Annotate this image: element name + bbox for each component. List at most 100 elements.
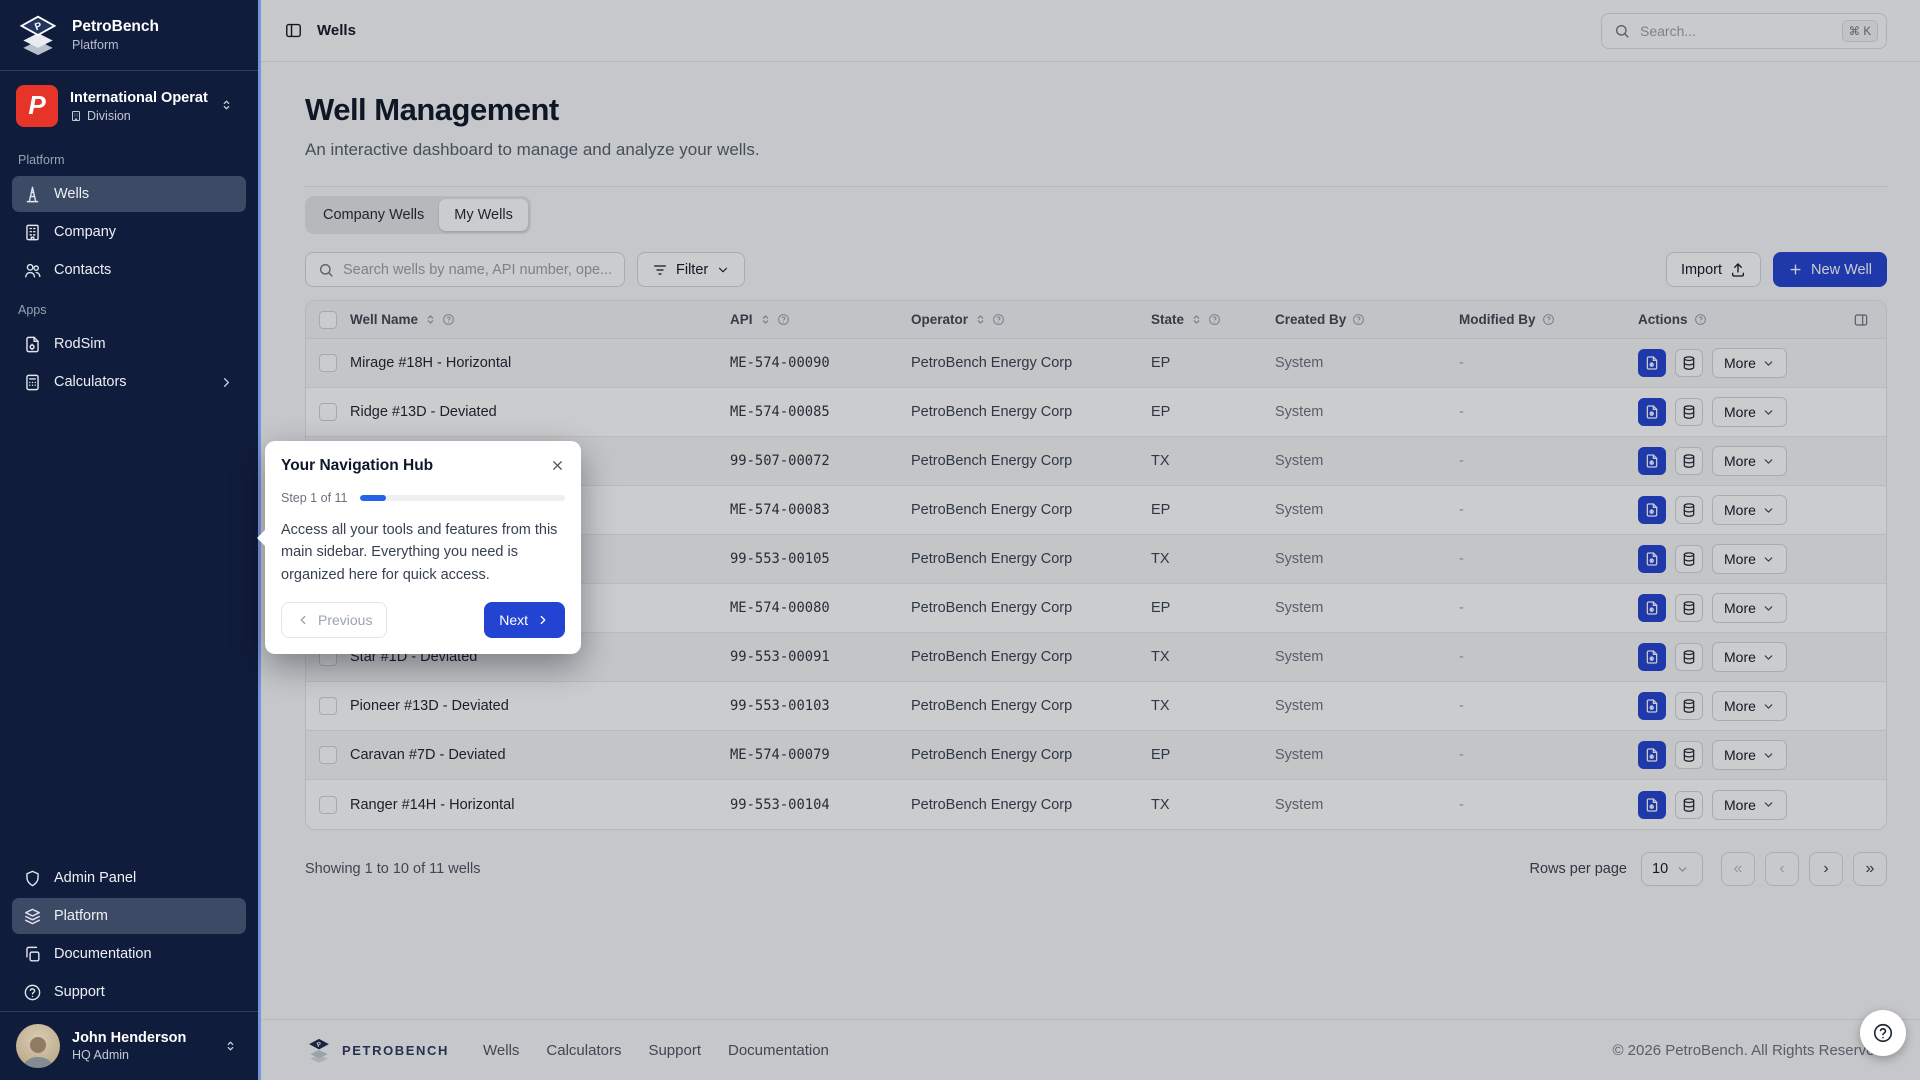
column-help-icon[interactable]	[1208, 313, 1221, 326]
column-help-icon[interactable]	[442, 313, 455, 326]
footer-link-wells[interactable]: Wells	[483, 1042, 519, 1059]
well-file-button[interactable]	[1638, 496, 1666, 524]
well-name-cell[interactable]: Caravan #7D - Deviated	[350, 747, 730, 763]
sidebar-item-wells[interactable]: Wells	[12, 176, 246, 212]
state-cell: EP	[1151, 404, 1275, 420]
database-button[interactable]	[1675, 741, 1703, 769]
more-button[interactable]: More	[1712, 446, 1787, 476]
state-cell: EP	[1151, 502, 1275, 518]
tour-previous-button[interactable]: Previous	[281, 602, 387, 638]
first-page-button[interactable]: «	[1721, 852, 1755, 886]
more-button[interactable]: More	[1712, 397, 1787, 427]
more-button[interactable]: More	[1712, 691, 1787, 721]
well-file-button[interactable]	[1638, 349, 1666, 377]
row-checkbox[interactable]	[319, 403, 337, 421]
well-name-cell[interactable]: Pioneer #13D - Deviated	[350, 698, 730, 714]
sidebar-item-platform[interactable]: Platform	[12, 898, 246, 934]
well-file-button[interactable]	[1638, 692, 1666, 720]
well-name-cell[interactable]: Ranger #14H - Horizontal	[350, 797, 730, 813]
global-search[interactable]: ⌘ K	[1601, 13, 1887, 49]
database-button[interactable]	[1675, 594, 1703, 622]
tab-my-wells[interactable]: My Wells	[439, 199, 528, 231]
rows-per-page-select[interactable]: 10	[1641, 852, 1703, 886]
well-file-button[interactable]	[1638, 741, 1666, 769]
sort-icon[interactable]	[1190, 313, 1203, 326]
more-button[interactable]: More	[1712, 495, 1787, 525]
footer-link-documentation[interactable]: Documentation	[728, 1042, 829, 1059]
database-button[interactable]	[1675, 692, 1703, 720]
wells-search-input[interactable]	[343, 262, 612, 278]
columns-toggle-icon[interactable]	[1836, 312, 1886, 328]
row-checkbox[interactable]	[319, 746, 337, 764]
well-file-button[interactable]	[1638, 545, 1666, 573]
more-button[interactable]: More	[1712, 642, 1787, 672]
row-checkbox[interactable]	[319, 697, 337, 715]
filter-button[interactable]: Filter	[637, 252, 745, 287]
org-switcher[interactable]: P International Operatio Division	[0, 71, 258, 139]
well-file-button[interactable]	[1638, 447, 1666, 475]
more-button[interactable]: More	[1712, 593, 1787, 623]
sidebar-item-documentation[interactable]: Documentation	[12, 936, 246, 972]
database-button[interactable]	[1675, 545, 1703, 573]
sidebar-item-contacts[interactable]: Contacts	[12, 252, 246, 288]
import-button[interactable]: Import	[1666, 252, 1761, 287]
column-modified-by[interactable]: Modified By	[1459, 312, 1638, 327]
help-fab-button[interactable]	[1860, 1010, 1906, 1056]
column-state[interactable]: State	[1151, 312, 1275, 327]
database-button[interactable]	[1675, 791, 1703, 819]
more-button[interactable]: More	[1712, 544, 1787, 574]
column-help-icon[interactable]	[1542, 313, 1555, 326]
select-all-checkbox[interactable]	[319, 311, 337, 329]
database-button[interactable]	[1675, 496, 1703, 524]
api-cell: 99-507-00072	[730, 453, 911, 469]
previous-page-button[interactable]: ‹	[1765, 852, 1799, 886]
row-checkbox[interactable]	[319, 354, 337, 372]
global-search-input[interactable]	[1640, 23, 1832, 39]
well-name-cell[interactable]: Ridge #13D - Deviated	[350, 404, 730, 420]
column-operator[interactable]: Operator	[911, 312, 1151, 327]
sidebar-item-calculators[interactable]: Calculators	[12, 364, 246, 400]
tab-company-wells[interactable]: Company Wells	[308, 199, 439, 231]
close-icon[interactable]	[546, 454, 568, 476]
sort-icon[interactable]	[974, 313, 987, 326]
user-menu[interactable]: John Henderson HQ Admin	[0, 1011, 258, 1080]
sidebar-item-company[interactable]: Company	[12, 214, 246, 250]
state-cell: TX	[1151, 551, 1275, 567]
well-file-button[interactable]	[1638, 791, 1666, 819]
sidebar-item-admin-panel[interactable]: Admin Panel	[12, 860, 246, 896]
column-help-icon[interactable]	[992, 313, 1005, 326]
database-button[interactable]	[1675, 447, 1703, 475]
well-file-button[interactable]	[1638, 643, 1666, 671]
more-button[interactable]: More	[1712, 740, 1787, 770]
column-well-name[interactable]: Well Name	[350, 312, 730, 327]
column-created-by[interactable]: Created By	[1275, 312, 1459, 327]
new-well-button[interactable]: New Well	[1773, 252, 1887, 287]
column-api[interactable]: API	[730, 312, 911, 327]
wells-search[interactable]	[305, 252, 625, 287]
column-help-icon[interactable]	[777, 313, 790, 326]
sidebar-item-rodsim[interactable]: RodSim	[12, 326, 246, 362]
database-button[interactable]	[1675, 643, 1703, 671]
operator-cell: PetroBench Energy Corp	[911, 404, 1151, 420]
column-help-icon[interactable]	[1352, 313, 1365, 326]
footer-link-calculators[interactable]: Calculators	[546, 1042, 621, 1059]
row-checkbox[interactable]	[319, 796, 337, 814]
more-button[interactable]: More	[1712, 348, 1787, 378]
column-help-icon[interactable]	[1694, 313, 1707, 326]
database-button[interactable]	[1675, 398, 1703, 426]
more-button[interactable]: More	[1712, 790, 1787, 820]
footer-link-support[interactable]: Support	[648, 1042, 701, 1059]
well-name-cell[interactable]: Mirage #18H - Horizontal	[350, 355, 730, 371]
sort-icon[interactable]	[759, 313, 772, 326]
database-button[interactable]	[1675, 349, 1703, 377]
last-page-button[interactable]: »	[1853, 852, 1887, 886]
well-file-button[interactable]	[1638, 398, 1666, 426]
tour-next-button[interactable]: Next	[484, 602, 565, 638]
next-page-button[interactable]: ›	[1809, 852, 1843, 886]
operator-cell: PetroBench Energy Corp	[911, 747, 1151, 763]
tour-body-text: Access all your tools and features from …	[281, 519, 565, 586]
panel-toggle-icon[interactable]	[284, 21, 303, 40]
well-file-button[interactable]	[1638, 594, 1666, 622]
sort-icon[interactable]	[424, 313, 437, 326]
sidebar-item-support[interactable]: Support	[12, 974, 246, 1010]
